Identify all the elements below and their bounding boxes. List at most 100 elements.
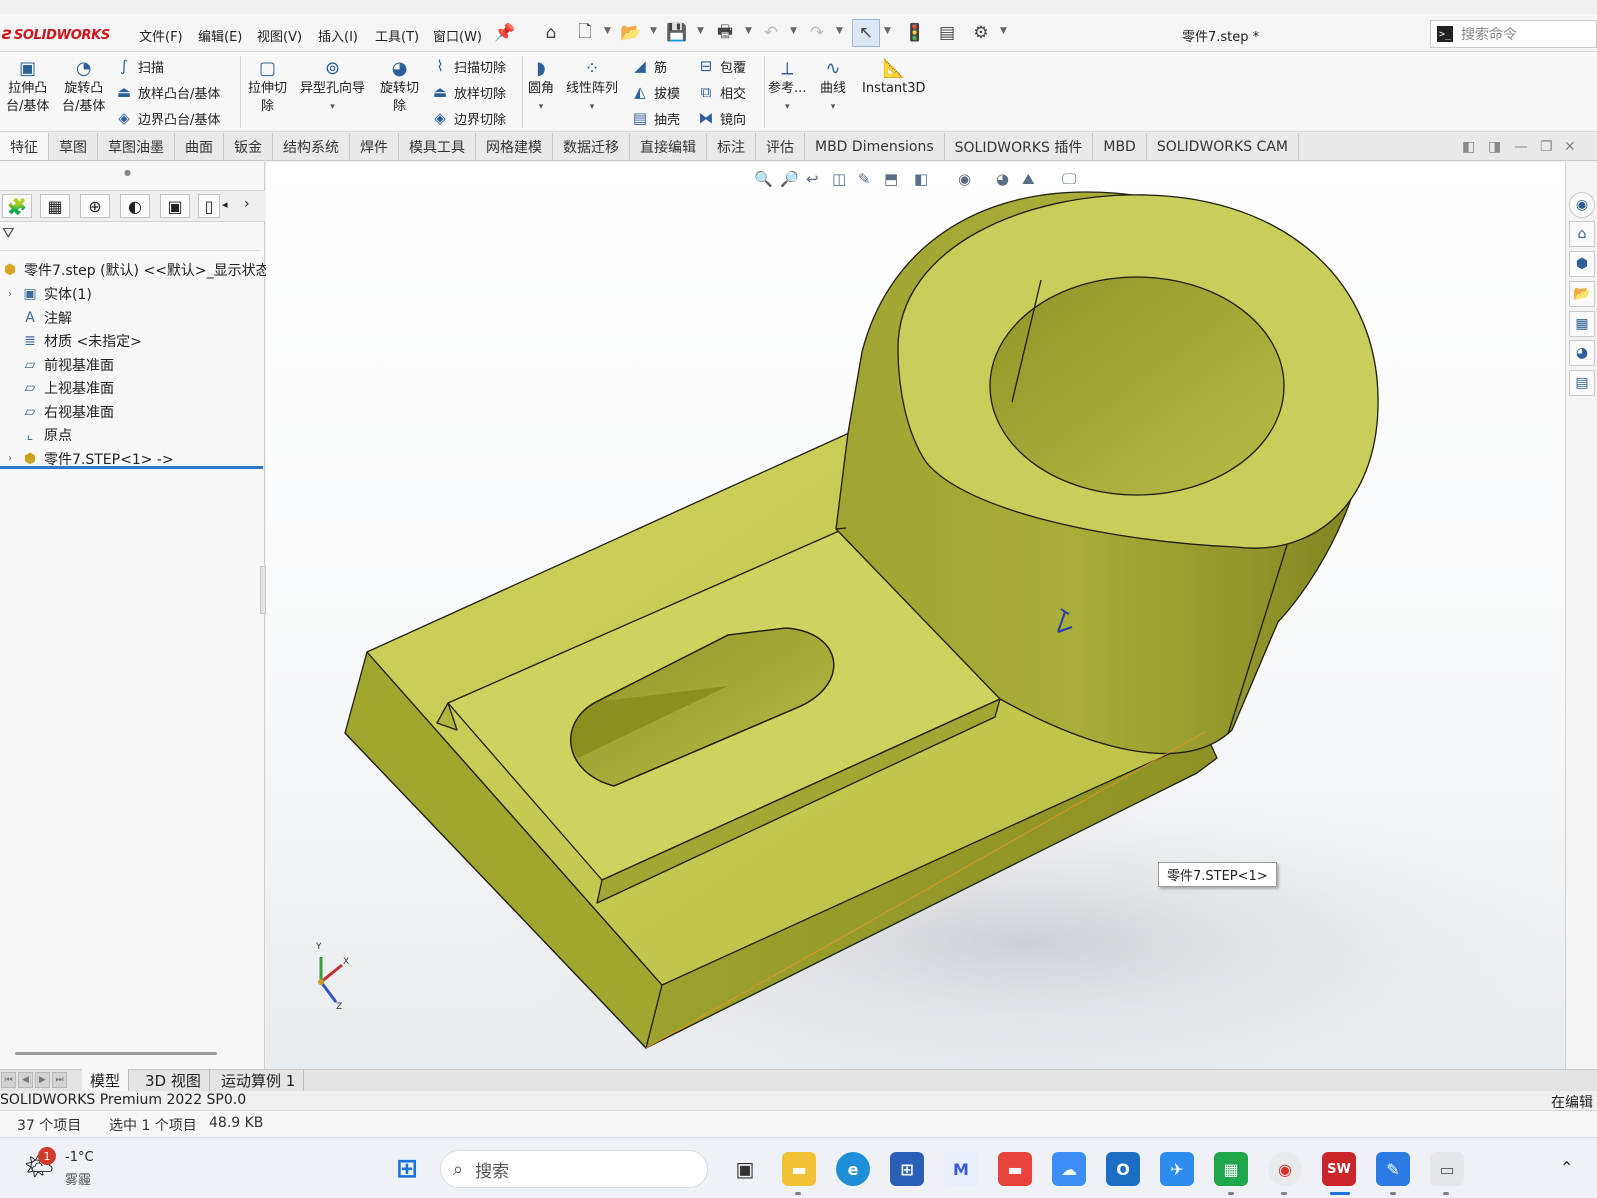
tabs-scroll-left-icon[interactable]: ◂ xyxy=(222,198,228,211)
redo-icon[interactable]: ↷ xyxy=(806,22,828,44)
open-folder-icon[interactable]: 📂 xyxy=(620,22,642,44)
whiteboard-icon[interactable]: ✎ xyxy=(1376,1152,1410,1186)
dimxpert-tab-icon[interactable]: ▣ xyxy=(160,194,190,218)
command-search-input[interactable]: >_ 搜索命令 xyxy=(1430,20,1597,48)
home-tab-icon[interactable]: ⌂ xyxy=(1569,221,1595,247)
lofted-cut-button[interactable]: ⏏ 放样切除 xyxy=(430,82,506,102)
feishu-icon[interactable]: ✈ xyxy=(1160,1152,1194,1186)
tab-7[interactable]: 模具工具 xyxy=(399,133,476,160)
huawei-app-icon[interactable]: ▬ xyxy=(998,1152,1032,1186)
mirror-button[interactable]: ⧓ 镜向 xyxy=(696,108,747,128)
tree-item[interactable]: ▱ 右视基准面 xyxy=(0,400,114,424)
appearance-tab-icon[interactable]: ◐ xyxy=(120,194,150,218)
linear-pattern-button[interactable]: ⁘ 线性阵列 ▾ xyxy=(566,58,618,116)
hole-wizard-button[interactable]: ⊚ 异型孔向导 ▾ xyxy=(300,58,365,116)
tab-14[interactable]: SOLIDWORKS 插件 xyxy=(945,133,1094,160)
rebuild-icon[interactable]: 🚦 xyxy=(904,22,926,44)
tab-16[interactable]: SOLIDWORKS CAM xyxy=(1147,133,1299,160)
loft-boss-button[interactable]: ⏏ 放样凸台/基体 xyxy=(114,82,220,102)
tab-5[interactable]: 结构系统 xyxy=(273,133,350,160)
reference-dropdown-icon[interactable]: ▾ xyxy=(785,98,790,116)
reference-geometry-button[interactable]: ⟂ 参考... ▾ xyxy=(768,58,806,116)
appearances-scenes-icon[interactable]: ◕ xyxy=(1569,340,1595,366)
tab-3[interactable]: 曲面 xyxy=(175,133,224,160)
select-dropdown-icon[interactable]: ▼ xyxy=(884,26,891,36)
tree-item[interactable]: › ▣ 实体(1) xyxy=(0,282,92,306)
window-tile-left-icon[interactable]: ◧ xyxy=(1462,139,1475,155)
configuration-manager-tab-icon[interactable]: ⊕ xyxy=(80,194,110,218)
wrap-button[interactable]: ⊟ 包覆 xyxy=(696,56,746,76)
select-arrow-icon[interactable]: ↖ xyxy=(852,19,880,47)
windows-start-icon[interactable]: ⊞ xyxy=(390,1152,424,1186)
model-3d-view[interactable] xyxy=(266,162,1565,1069)
solidworks-taskbar-icon[interactable]: SW xyxy=(1322,1152,1356,1186)
tab-10[interactable]: 直接编辑 xyxy=(630,133,707,160)
filter-icon[interactable]: ⛛ xyxy=(2,224,15,242)
file-explorer-taskbar-icon[interactable]: ▬ xyxy=(782,1152,816,1186)
fillet-button[interactable]: ◗ 圆角 ▾ xyxy=(528,58,554,116)
menu-view[interactable]: 视图(V) xyxy=(257,26,302,45)
expand-toggle-icon[interactable]: › xyxy=(0,289,20,300)
tab-13[interactable]: MBD Dimensions xyxy=(805,133,945,160)
curves-button[interactable]: ∿ 曲线 ▾ xyxy=(820,58,846,116)
window-restore-icon[interactable]: ❐ xyxy=(1540,139,1553,155)
tab-9[interactable]: 数据迁移 xyxy=(553,133,630,160)
outlook-icon[interactable]: O xyxy=(1106,1152,1140,1186)
rib-button[interactable]: ◢ 筋 xyxy=(630,56,667,76)
tree-item[interactable]: ≣ 材质 <未指定> xyxy=(0,329,142,353)
edge-browser-icon[interactable]: e xyxy=(836,1152,870,1186)
tree-item[interactable]: ▱ 前视基准面 xyxy=(0,353,114,377)
instant3d-button[interactable]: 📐 Instant3D xyxy=(862,58,926,98)
menu-insert[interactable]: 插入(I) xyxy=(318,26,358,45)
boundary-boss-button[interactable]: ◈ 边界凸台/基体 xyxy=(114,108,220,128)
chevron-up-icon[interactable]: ⌃ xyxy=(1560,1158,1573,1177)
microsoft-store-icon[interactable]: ⊞ xyxy=(890,1152,924,1186)
graphics-area[interactable]: 🔍 🔎 ↩ ◫ ✎ ⬒ ◧ ◉ ◕ ⛰ 🖵 Y X Z xyxy=(266,162,1565,1069)
boundary-cut-button[interactable]: ◈ 边界切除 xyxy=(430,108,506,128)
sweep-button[interactable]: ∫ 扫描 xyxy=(114,56,164,76)
new-document-icon[interactable]: 🗋 xyxy=(574,22,596,44)
tab-6[interactable]: 焊件 xyxy=(350,133,399,160)
rollback-bar[interactable] xyxy=(0,466,263,469)
tab-motion-study[interactable]: 运动算例 1 xyxy=(213,1069,305,1091)
tree-item[interactable]: ▱ 上视基准面 xyxy=(0,376,114,400)
redo-dropdown-icon[interactable]: ▼ xyxy=(836,26,843,36)
tree-item[interactable]: ⌞ 原点 xyxy=(0,423,72,447)
save-dropdown-icon[interactable]: ▼ xyxy=(697,26,704,36)
intersect-button[interactable]: ⧉ 相交 xyxy=(696,82,746,102)
tabs-prev-icon[interactable]: ◀ xyxy=(18,1072,33,1088)
undo-icon[interactable]: ↶ xyxy=(760,22,782,44)
curves-dropdown-icon[interactable]: ▾ xyxy=(831,98,836,116)
feature-manager-tab-icon[interactable]: 🧩 xyxy=(2,194,32,218)
file-explorer-icon[interactable]: 📂 xyxy=(1569,281,1595,307)
tab-model[interactable]: 模型 xyxy=(82,1069,130,1091)
weather-temp[interactable]: -1°C xyxy=(65,1150,94,1165)
app-m-icon[interactable]: M xyxy=(944,1152,978,1186)
tabs-first-icon[interactable]: ⏮ xyxy=(1,1072,16,1088)
undo-dropdown-icon[interactable]: ▼ xyxy=(790,26,797,36)
extrude-cut-button[interactable]: ▢ 拉伸切 除 xyxy=(248,58,287,116)
panel-horizontal-scrollbar[interactable] xyxy=(15,1052,217,1055)
design-library-icon[interactable]: ⬢ xyxy=(1569,251,1595,277)
taskbar-search[interactable]: ⌕ 搜索 xyxy=(440,1150,708,1188)
task-view-icon[interactable]: ▣ xyxy=(728,1152,762,1186)
print-icon[interactable]: 🖶 xyxy=(714,22,736,44)
tab-11[interactable]: 标注 xyxy=(707,133,756,160)
property-manager-tab-icon[interactable]: ▦ xyxy=(40,194,70,218)
menu-tools[interactable]: 工具(T) xyxy=(375,26,419,45)
cloud-app-icon[interactable]: ☁ xyxy=(1052,1152,1086,1186)
swept-cut-button[interactable]: ⌇ 扫描切除 xyxy=(430,56,506,76)
view-palette-icon[interactable]: ▦ xyxy=(1569,311,1595,337)
tree-item[interactable]: A 注解 xyxy=(0,306,72,330)
chrome-icon[interactable]: ◉ xyxy=(1268,1152,1302,1186)
tabs-scroll-right-icon[interactable]: › xyxy=(244,196,250,212)
spreadsheet-app-icon[interactable]: ▦ xyxy=(1214,1152,1248,1186)
file-properties-icon[interactable]: ▤ xyxy=(936,22,958,44)
solidworks-logo[interactable]: ƨ SOLIDWORKS xyxy=(2,24,110,44)
print-dropdown-icon[interactable]: ▼ xyxy=(745,26,752,36)
window-minimize-icon[interactable]: — xyxy=(1514,139,1528,155)
draft-button[interactable]: ◭ 拔模 xyxy=(630,82,680,102)
menu-window[interactable]: 窗口(W) xyxy=(433,26,482,45)
tab-3d-view[interactable]: 3D 视图 xyxy=(137,1069,210,1091)
solidworks-resources-icon[interactable]: ◉ xyxy=(1569,192,1595,218)
